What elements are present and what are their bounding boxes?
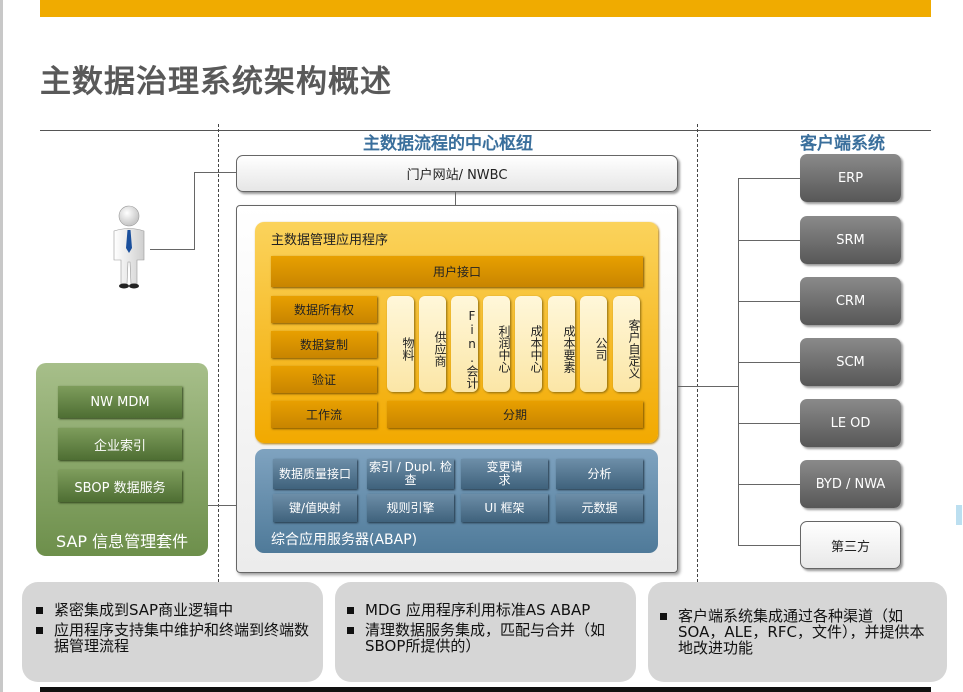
user-connector-v — [194, 172, 195, 250]
bottom-bar — [40, 687, 931, 692]
bullet-item: 客户端系统集成通过各种渠道（如SOA，ALE，RFC，文件），并提供本地改进功能 — [660, 608, 937, 656]
bullet-item: 清理数据服务集成，匹配与合并（如SBOP所提供的） — [347, 622, 626, 654]
client-erp[interactable]: ERP — [800, 154, 901, 202]
portal-to-hub-connector — [455, 191, 456, 205]
user-interface-bar[interactable]: 用户接口 — [271, 256, 643, 287]
client-branch — [738, 545, 800, 546]
left-item-label: 数据所有权 — [293, 303, 354, 317]
abap-change-request[interactable]: 变更请求 — [461, 459, 548, 489]
client-label: SRM — [836, 232, 865, 248]
abap-metadata[interactable]: 元数据 — [556, 494, 643, 522]
sap-item-label: SBOP 数据服务 — [74, 480, 166, 496]
bullet-item: MDG 应用程序利用标准AS ABAP — [347, 602, 626, 618]
client-label: 第三方 — [830, 539, 870, 555]
domain-cost-center[interactable]: 成本中心 — [515, 296, 543, 392]
abap-key-value-mapping[interactable]: 键/值映射 — [273, 494, 357, 522]
slide-title: 主数据治理系统架构概述 — [40, 64, 392, 100]
client-branch — [738, 362, 800, 363]
domain-supplier[interactable]: 供应商 — [419, 296, 447, 392]
left-item-label: 验证 — [311, 373, 336, 387]
user-figure-icon — [113, 205, 145, 289]
client-byd-nwa[interactable]: BYD / NWA — [800, 460, 901, 508]
sap-item-label: NW MDM — [90, 394, 150, 410]
bullet-item: 应用程序支持集中维护和终端到终端数据管理流程 — [36, 622, 313, 654]
abap-item-label: 元数据 — [581, 500, 618, 515]
left-item-workflow[interactable]: 工作流 — [271, 401, 377, 428]
client-label: ERP — [837, 170, 864, 186]
client-third-party[interactable]: 第三方 — [800, 521, 901, 569]
client-branch — [738, 240, 800, 241]
abap-item-label: UI 框架 — [484, 500, 525, 515]
left-edge-line — [0, 0, 3, 692]
sap-suite-label: SAP 信息管理套件 — [56, 532, 189, 551]
domain-material[interactable]: 物料 — [387, 296, 415, 392]
client-branch — [738, 301, 800, 302]
domain-cost-element[interactable]: 成本要素 — [548, 296, 576, 392]
bottom-panel-integration: 紧密集成到SAP商业逻辑中 应用程序支持集中维护和终端到终端数据管理流程 — [22, 582, 323, 682]
left-item-ownership[interactable]: 数据所有权 — [271, 296, 377, 323]
abap-item-label: 键/值映射 — [288, 500, 342, 515]
abap-item-label: 分析 — [587, 466, 612, 481]
dashed-separator-right — [697, 124, 698, 582]
abap-item-label: 变更请求 — [486, 460, 523, 487]
client-label: LE OD — [830, 415, 871, 431]
abap-analysis[interactable]: 分析 — [556, 459, 643, 489]
user-connector-h — [150, 249, 194, 250]
left-item-label: 数据复制 — [299, 338, 348, 352]
bullet-item: 紧密集成到SAP商业逻辑中 — [36, 602, 313, 618]
hub-section-title: 主数据流程的中心枢纽 — [363, 134, 533, 154]
portal-label: 门户网站/ NWBC — [406, 168, 508, 183]
staging-bar[interactable]: 分期 — [387, 401, 643, 428]
domain-fin-accounting[interactable]: Fin.会计 — [451, 296, 479, 392]
clients-section-title: 客户端系统 — [800, 134, 885, 154]
client-scm[interactable]: SCM — [800, 338, 901, 386]
bottom-panel-abap: MDG 应用程序利用标准AS ABAP 清理数据服务集成，匹配与合并（如SBOP… — [335, 582, 636, 682]
mdm-app-title: 主数据管理应用程序 — [271, 233, 389, 248]
staging-label: 分期 — [502, 408, 527, 422]
abap-data-quality-interface[interactable]: 数据质量接口 — [273, 459, 357, 489]
abap-rule-engine[interactable]: 规则引擎 — [367, 494, 454, 522]
client-label: BYD / NWA — [815, 476, 886, 492]
bottom-panel-clients: 客户端系统集成通过各种渠道（如SOA，ALE，RFC，文件），并提供本地改进功能 — [648, 582, 947, 682]
domain-profit-center[interactable]: 利润中心 — [483, 296, 511, 392]
left-item-label: 工作流 — [305, 408, 342, 422]
sap-item-label: 企业索引 — [93, 438, 146, 454]
portal-nwbc-box[interactable]: 门户网站/ NWBC — [236, 155, 678, 192]
dashed-separator-left — [218, 124, 219, 582]
top-accent-bar — [40, 0, 931, 17]
left-item-replication[interactable]: 数据复制 — [271, 331, 377, 358]
client-label: SCM — [836, 354, 865, 370]
sap-item-sbop-data-services[interactable]: SBOP 数据服务 — [58, 470, 182, 502]
left-item-validation[interactable]: 验证 — [271, 366, 377, 393]
abap-ui-framework[interactable]: UI 框架 — [461, 494, 548, 522]
client-label: CRM — [835, 293, 866, 309]
client-crm[interactable]: CRM — [800, 277, 901, 325]
user-interface-label: 用户接口 — [432, 265, 481, 279]
sap-item-enterprise-search[interactable]: 企业索引 — [58, 428, 182, 460]
client-le-od[interactable]: LE OD — [800, 399, 901, 447]
client-branch — [738, 178, 800, 179]
abap-item-label: 规则引擎 — [386, 500, 435, 515]
abap-label: 综合应用服务器(ABAP) — [271, 532, 418, 548]
sap-item-nw-mdm[interactable]: NW MDM — [58, 386, 182, 418]
domain-custom[interactable]: 客户自定义 — [613, 296, 641, 392]
abap-item-label: 索引 / Dupl. 检查 — [368, 460, 453, 487]
client-branch — [738, 484, 800, 485]
client-srm[interactable]: SRM — [800, 216, 901, 264]
abap-item-label: 数据质量接口 — [278, 466, 351, 481]
sap-to-hub-connector — [208, 505, 236, 506]
client-branch — [738, 423, 800, 424]
side-marker — [956, 505, 962, 525]
user-connector-h2 — [194, 172, 236, 173]
domain-company[interactable]: 公司 — [580, 296, 608, 392]
hub-to-clients-connector — [677, 386, 738, 387]
abap-index-dupl-check[interactable]: 索引 / Dupl. 检查 — [367, 459, 454, 489]
